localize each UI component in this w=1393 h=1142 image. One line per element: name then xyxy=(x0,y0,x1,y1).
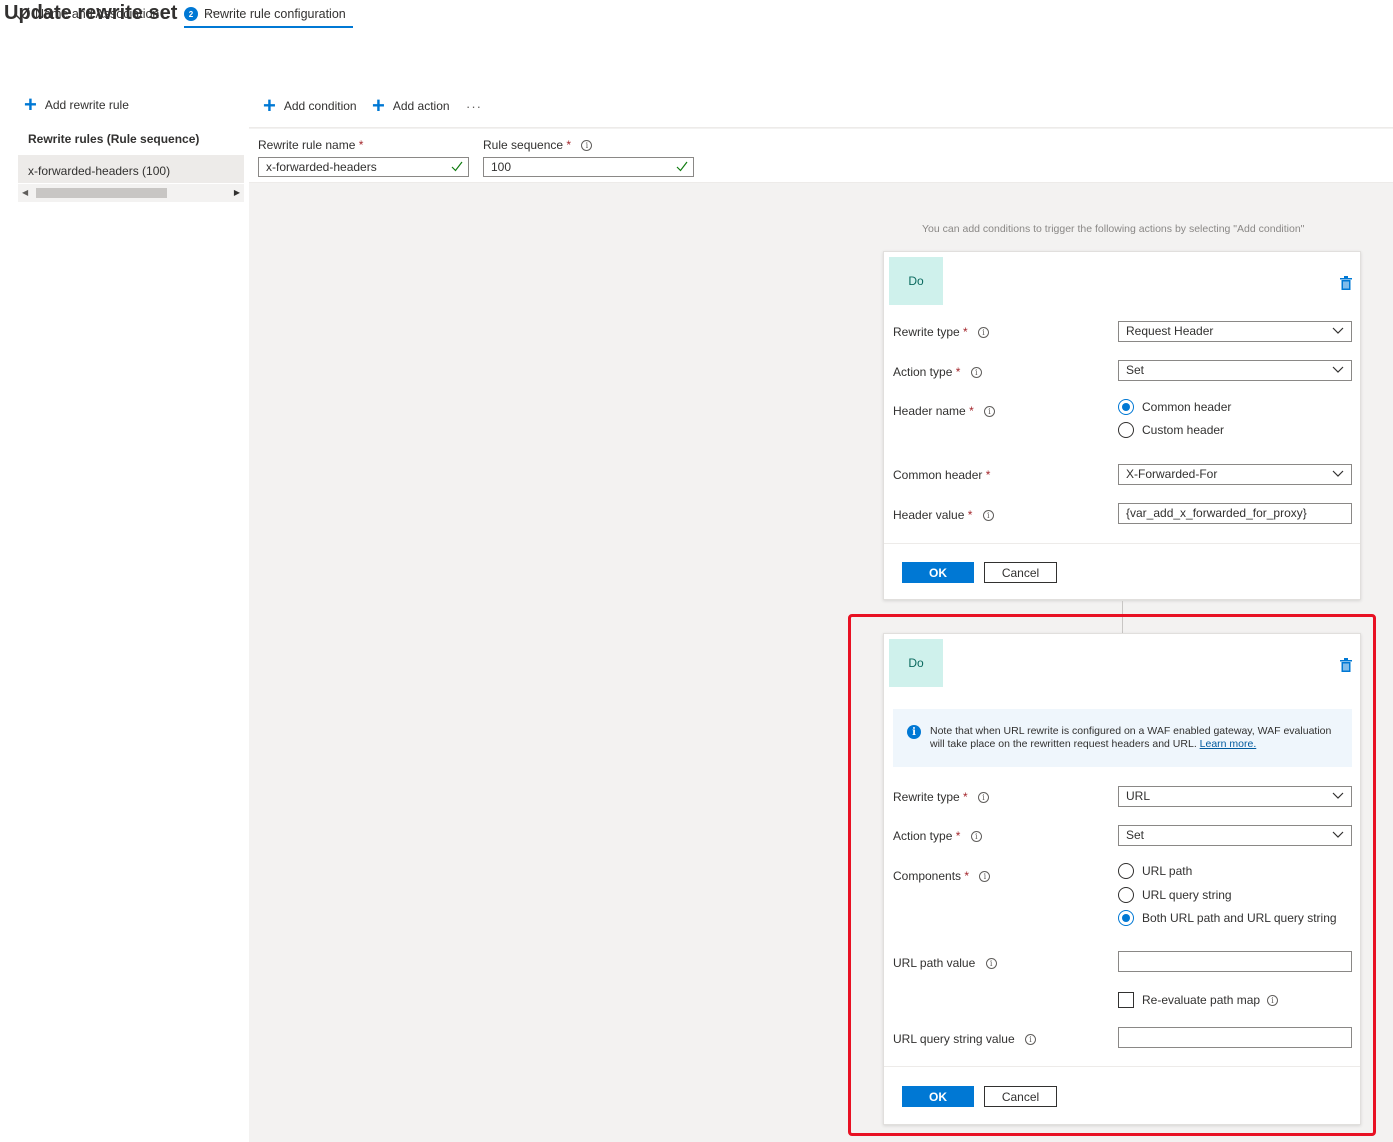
add-rewrite-rule-button[interactable]: + Add rewrite rule xyxy=(24,92,129,117)
add-action-button[interactable]: + Add action xyxy=(372,93,450,118)
action-type-value: Set xyxy=(1126,363,1145,377)
rule-name-input[interactable]: x-forwarded-headers xyxy=(258,157,469,177)
common-header-select[interactable]: X-Forwarded-For xyxy=(1118,464,1352,485)
required-mark: * xyxy=(358,138,364,152)
rule-sequence-label: Rule sequence * i xyxy=(483,138,593,152)
chevron-down-icon xyxy=(1332,327,1344,334)
rule-name-value: x-forwarded-headers xyxy=(266,160,377,174)
rule-sequence-label-text: Rule sequence xyxy=(483,138,564,152)
plus-icon: + xyxy=(263,93,276,118)
check-icon xyxy=(14,7,30,21)
scroll-right-icon[interactable]: ▶ xyxy=(234,188,240,197)
step-label: Name and Association xyxy=(35,7,160,21)
required-mark: * xyxy=(955,365,961,379)
required-mark: * xyxy=(967,508,973,522)
step-number-badge: 2 xyxy=(184,7,198,21)
header-name-label-text: Header name xyxy=(893,404,966,418)
action-type-select[interactable]: Set xyxy=(1118,360,1352,381)
add-condition-label: Add condition xyxy=(283,99,357,113)
trash-icon[interactable] xyxy=(1340,276,1352,290)
ok-button[interactable]: OK xyxy=(902,562,974,583)
add-condition-button[interactable]: + Add condition xyxy=(263,93,357,118)
add-action-label: Add action xyxy=(392,99,450,113)
radio-common-header[interactable]: Common header xyxy=(1118,399,1231,415)
chevron-down-icon xyxy=(1332,366,1344,373)
step-name-and-association[interactable]: Name and Association xyxy=(14,0,159,28)
card-footer-divider xyxy=(884,543,1360,544)
radio-unselected-icon xyxy=(1118,422,1134,438)
highlight-annotation-box xyxy=(848,614,1376,1136)
scroll-left-icon[interactable]: ◀ xyxy=(22,188,28,197)
rule-sequence-value: 100 xyxy=(491,160,512,174)
step-label: Rewrite rule configuration xyxy=(204,7,346,21)
rules-list-heading: Rewrite rules (Rule sequence) xyxy=(28,132,200,146)
add-rewrite-rule-label: Add rewrite rule xyxy=(44,98,129,112)
required-mark: * xyxy=(963,325,968,339)
info-icon[interactable]: i xyxy=(984,406,996,418)
rewrite-type-value: Request Header xyxy=(1126,324,1214,338)
action-card-request-header: Do Rewrite type * i Request Header Actio… xyxy=(883,251,1361,600)
required-mark: * xyxy=(985,468,991,482)
editor-toolbar: + Add condition + Add action ··· xyxy=(249,90,1393,128)
common-header-label-text: Common header xyxy=(893,468,983,482)
rule-name-label-text: Rewrite rule name xyxy=(258,138,356,152)
valid-check-icon xyxy=(451,161,463,172)
header-value-label-text: Header value xyxy=(893,508,965,522)
rewrite-type-label: Rewrite type * i xyxy=(893,325,990,339)
action-type-label-text: Action type xyxy=(893,365,953,379)
rule-name-label: Rewrite rule name * xyxy=(258,138,363,152)
common-header-value: X-Forwarded-For xyxy=(1126,467,1218,481)
horizontal-scrollbar[interactable]: ◀ ▶ xyxy=(18,184,244,202)
list-item-rule[interactable]: x-forwarded-headers (100) xyxy=(18,155,244,183)
header-value-input[interactable]: {var_add_x_forwarded_for_proxy} xyxy=(1118,503,1352,524)
toolbar-more-icon[interactable]: ··· xyxy=(466,99,482,114)
rule-fields-bar: Rewrite rule name * x-forwarded-headers … xyxy=(249,129,1393,183)
rule-sequence-input[interactable]: 100 xyxy=(483,157,694,177)
info-icon[interactable]: i xyxy=(978,327,990,339)
rewrite-type-label-text: Rewrite type xyxy=(893,325,960,339)
step-rewrite-rule-configuration[interactable]: 2 Rewrite rule configuration xyxy=(184,0,346,28)
required-mark: * xyxy=(566,138,572,152)
radio-label: Common header xyxy=(1142,400,1232,414)
radio-selected-icon xyxy=(1118,399,1134,415)
header-name-label: Header name * i xyxy=(893,404,996,418)
active-step-underline xyxy=(184,26,353,28)
action-type-label: Action type * i xyxy=(893,365,982,379)
scrollbar-thumb[interactable] xyxy=(36,188,167,198)
info-icon[interactable]: i xyxy=(970,367,982,379)
plus-icon: + xyxy=(372,93,385,118)
radio-custom-header[interactable]: Custom header xyxy=(1118,422,1224,438)
common-header-label: Common header * xyxy=(893,468,990,482)
info-icon[interactable]: i xyxy=(982,510,994,522)
header-value-label: Header value * i xyxy=(893,508,994,522)
required-mark: * xyxy=(969,404,974,418)
info-icon[interactable]: i xyxy=(581,140,593,152)
radio-label: Custom header xyxy=(1142,423,1225,437)
do-badge: Do xyxy=(889,257,943,305)
chevron-down-icon xyxy=(1332,470,1344,477)
cancel-button[interactable]: Cancel xyxy=(984,562,1057,583)
rewrite-type-select[interactable]: Request Header xyxy=(1118,321,1352,342)
add-condition-hint: You can add conditions to trigger the fo… xyxy=(922,223,1305,235)
valid-check-icon xyxy=(676,161,688,172)
plus-icon: + xyxy=(24,92,37,117)
